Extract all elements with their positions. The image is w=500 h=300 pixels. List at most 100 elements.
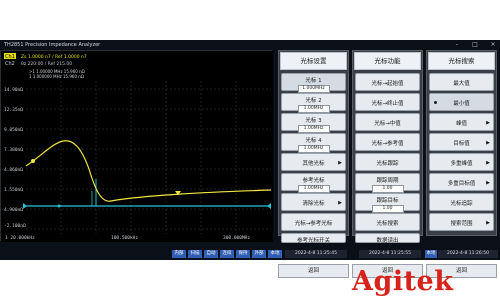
clear-marker-button[interactable]: 清除光标 ▶ <box>281 193 346 211</box>
minimize-button[interactable]: - <box>452 41 462 49</box>
button-label: 光标 4 <box>305 138 322 144</box>
marker-3-button[interactable]: 光标 3 1.00MHz <box>281 113 346 133</box>
search-min-button[interactable]: 最小值 <box>429 93 494 111</box>
search-max-button[interactable]: 最大值 <box>429 73 494 91</box>
y-tick: -2.100nΩ <box>4 223 26 229</box>
marker-tracking-toggle[interactable]: 光标追踪 <box>429 193 494 211</box>
reference-marker-button[interactable]: 参考光标 1.00MHz <box>281 173 346 193</box>
reference-point <box>57 204 61 208</box>
x-start-label: 1 20.000kHz <box>5 235 35 241</box>
status-bar: 内部 扫描 自动 连续 保持 外部 本地 2022-4-8 11:25:45 2… <box>0 248 500 260</box>
marker-to-reference-value-button[interactable]: 光标→参考值 <box>355 133 420 151</box>
status-item: 自动 <box>204 250 218 258</box>
marker-search-panel: 光标搜索 最大值 最小值 峰值 ▶ 目标值 ▶ 多重峰值 ▶ 多重目标值 ▶ 光标追踪 … <box>426 50 497 236</box>
marker-search-button[interactable]: 光标搜索 <box>355 213 420 231</box>
button-label: 峰值 <box>455 121 467 127</box>
clock-1: 2022-4-8 11:25:45 <box>285 250 347 258</box>
marker-to-reference-button[interactable]: 光标→参考光标 <box>281 213 346 231</box>
search-target-button[interactable]: 目标值 ▶ <box>429 133 494 151</box>
value-field[interactable]: 1.00MHz <box>297 105 330 113</box>
button-label: 跟踪周期 <box>376 178 399 184</box>
marker-1-button[interactable]: 光标 1 1.000MHz <box>281 73 346 93</box>
button-label: 多重目标值 <box>447 181 476 187</box>
x-stop-label: 300.000MHz <box>223 235 250 241</box>
button-label: 多重峰值 <box>450 161 473 167</box>
other-markers-button[interactable]: 其他光标 ▶ <box>281 153 346 171</box>
button-label: 光标追踪 <box>450 201 473 207</box>
status-item: 保持 <box>236 250 250 258</box>
search-peak-button[interactable]: 峰值 ▶ <box>429 113 494 131</box>
button-label: 光标→终止值 <box>371 101 404 107</box>
reference-marker-toggle[interactable]: 参考光标开关 <box>281 233 346 244</box>
marker-settings-panel: 光标设置 光标 1 1.000MHz 光标 2 1.00MHz 光标 3 1.00MH… <box>278 50 349 244</box>
search-range-button[interactable]: 搜索范围 ▶ <box>429 213 494 231</box>
submenu-arrow-icon: ▶ <box>486 220 490 226</box>
marker-to-start-button[interactable]: 光标→起始值 <box>355 73 420 91</box>
submenu-arrow-icon: ▶ <box>338 160 342 166</box>
clock-2: 2022-4-8 11:25:55 <box>359 250 421 258</box>
status-item: 外部 <box>252 250 266 258</box>
y-tick: 14.90nΩ <box>4 87 23 93</box>
status-item: 扫描 <box>188 250 202 258</box>
analyzer-window: TH2851 Precision Impedance Analyzer - □ … <box>0 40 500 278</box>
button-label: 跟踪目标 <box>376 198 399 204</box>
ch1-label: Ch1 <box>5 54 15 60</box>
clock-3: 2022-4-8 11:26:50 <box>438 250 498 258</box>
panel-title: 光标功能 <box>354 52 421 70</box>
submenu-arrow-icon: ▶ <box>486 180 490 186</box>
button-label: 搜索范围 <box>450 221 473 227</box>
y-tick: 7.380nΩ <box>4 147 23 153</box>
trace-header-row2: θz 220.00 / Ref 215.00 <box>21 61 72 67</box>
back-button-1[interactable]: 返回 <box>278 264 349 278</box>
title-bar: TH2851 Precision Impedance Analyzer - □ … <box>0 40 500 50</box>
y-tick: 12.35nΩ <box>4 107 23 113</box>
ch2-label: Ch2 <box>5 61 15 67</box>
restore-button[interactable]: □ <box>470 41 480 49</box>
data-readout-button[interactable]: 数据读出 <box>355 233 420 244</box>
button-label: 其他光标 <box>302 161 325 167</box>
trace-header-row1: Zs 1.0000 n7 / Ref 1.0000 n7 <box>21 54 87 60</box>
multi-peak-button[interactable]: 多重峰值 ▶ <box>429 153 494 171</box>
submenu-arrow-icon: ▶ <box>338 200 342 206</box>
tracking-period-button[interactable]: 跟踪周期 1.00 <box>355 173 420 193</box>
multi-target-button[interactable]: 多重目标值 ▶ <box>429 173 494 191</box>
marker-readout-2: 1 1.000000 MHz 15.960 nΩ <box>29 74 84 79</box>
tracking-target-button[interactable]: 跟踪目标 1.00 <box>355 193 420 213</box>
button-label: 光标→起始值 <box>371 81 404 87</box>
submenu-arrow-icon: ▶ <box>486 120 490 126</box>
window-title: TH2851 Precision Impedance Analyzer <box>4 42 101 48</box>
value-field[interactable]: 1.00MHz <box>297 145 330 153</box>
button-label: 最小值 <box>453 101 470 107</box>
marker-4-button[interactable]: 光标 4 1.00MHz <box>281 133 346 153</box>
y-tick: 4.900nΩ <box>4 207 23 213</box>
marker-2-button[interactable]: 光标 2 1.00MHz <box>281 93 346 113</box>
local-badge: 本地 <box>425 250 437 258</box>
button-label: 光标搜索 <box>376 221 399 227</box>
x-mid-label: 100.500kHz <box>111 235 138 241</box>
status-item: 内部 <box>172 250 186 258</box>
marker-tracking-button[interactable]: 光标跟踪 <box>355 153 420 171</box>
marker-to-center-button[interactable]: 光标→中值 <box>355 113 420 131</box>
submenu-arrow-icon: ▶ <box>486 140 490 146</box>
y-tick: 9.850nΩ <box>4 127 23 133</box>
button-label: 数据读出 <box>376 238 399 244</box>
marker-to-stop-button[interactable]: 光标→终止值 <box>355 93 420 111</box>
panel-title: 光标搜索 <box>428 52 495 70</box>
button-label: 光标 3 <box>305 118 322 124</box>
marker-point-1[interactable] <box>31 159 35 163</box>
button-label: 光标→参考值 <box>371 141 404 147</box>
impedance-plot[interactable]: Ch1 Ch2 Zs 1.0000 n7 / Ref 1.0000 n7 θz … <box>0 50 273 242</box>
close-button[interactable]: × <box>488 41 498 49</box>
button-label: 清除光标 <box>302 201 325 207</box>
button-label: 最大值 <box>453 81 470 87</box>
marker-functions-panel: 光标功能 光标→起始值 光标→终止值 光标→中值 光标→参考值 光标跟踪 跟踪周… <box>352 50 423 244</box>
agitek-logo: Agitek <box>352 266 454 297</box>
value-field[interactable]: 1.000MHz <box>297 85 330 93</box>
status-item: 连续 <box>220 250 234 258</box>
value-field[interactable]: 1.00MHz <box>297 185 330 193</box>
value-field[interactable]: 1.00 <box>371 185 404 193</box>
value-field[interactable]: 1.00 <box>371 205 404 213</box>
y-tick: 1.550nΩ <box>4 187 23 193</box>
value-field[interactable]: 1.00MHz <box>297 125 330 133</box>
button-label: 光标 2 <box>305 98 322 104</box>
